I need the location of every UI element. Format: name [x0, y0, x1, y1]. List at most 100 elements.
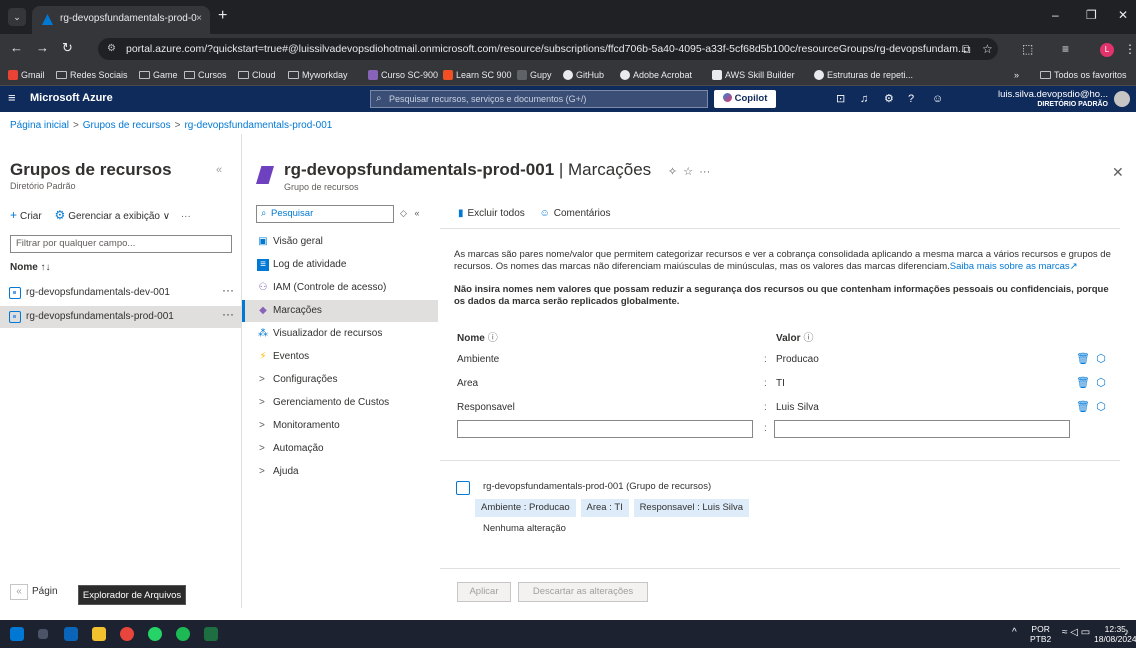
copilot-button[interactable]: Copilot: [714, 90, 776, 108]
menu-item-monitoring[interactable]: > Monitoramento: [242, 415, 438, 437]
row-more-icon[interactable]: ···: [222, 279, 234, 301]
bookmark-gupy[interactable]: Gupy: [517, 64, 552, 85]
cloud-shell-icon[interactable]: ⊡: [836, 92, 845, 106]
url-field[interactable]: ⚙ portal.azure.com/?quickstart=true#@lui…: [98, 38, 998, 60]
restore-icon[interactable]: ❐: [1086, 8, 1097, 22]
menu-item-overview[interactable]: ▣ Visão geral: [242, 231, 438, 253]
bookmark-myworkday[interactable]: Myworkday: [288, 64, 348, 85]
bookmark-adobe[interactable]: Adobe Acrobat: [620, 64, 692, 85]
menu-item-iam[interactable]: ⚇ IAM (Controle de acesso): [242, 277, 438, 299]
discard-changes-button[interactable]: Descartar as alterações: [518, 582, 648, 602]
close-icon[interactable]: ✕: [1112, 164, 1124, 181]
forward-icon[interactable]: →: [36, 41, 49, 55]
bookmark-gmail[interactable]: Gmail: [8, 64, 45, 85]
expand-icon[interactable]: ◇: [400, 208, 407, 218]
new-tag-value-input[interactable]: [774, 420, 1070, 438]
breadcrumb-home[interactable]: Página inicial: [10, 120, 69, 131]
tag-value[interactable]: TI: [776, 378, 785, 389]
file-explorer-icon[interactable]: [92, 627, 106, 641]
favorite-star-icon[interactable]: ☆: [683, 166, 693, 178]
delete-all-button[interactable]: ▮ Excluir todos: [458, 208, 525, 219]
pin-icon[interactable]: ✧: [668, 166, 677, 178]
list-item[interactable]: rg-devopsfundamentals-prod-001 ···: [0, 306, 242, 328]
show-hidden-icons[interactable]: ^: [1012, 628, 1017, 638]
tag-value[interactable]: Producao: [776, 354, 819, 365]
clock[interactable]: 12:35 18/08/2024: [1094, 624, 1136, 644]
edit-tag-icon[interactable]: ⬡: [1096, 401, 1106, 413]
browser-menu-icon[interactable]: ⋮: [1124, 42, 1136, 56]
manage-view-button[interactable]: ⚙ Gerenciar a exibição ∨: [54, 208, 170, 222]
site-info-icon[interactable]: ⚙: [107, 38, 116, 60]
list-item[interactable]: rg-devopsfundamentals-dev-001 ···: [0, 282, 242, 304]
tab-search-icon[interactable]: ⌄: [8, 8, 26, 26]
edit-tag-icon[interactable]: ⬡: [1096, 353, 1106, 365]
notification-bell-icon[interactable]: ♪: [1124, 628, 1129, 638]
whatsapp-icon[interactable]: [148, 627, 162, 641]
bookmark-redes-sociais[interactable]: Redes Sociais: [56, 64, 128, 85]
menu-item-automation[interactable]: > Automação: [242, 438, 438, 460]
back-icon[interactable]: ←: [10, 41, 23, 55]
more-options-icon[interactable]: ···: [181, 211, 191, 222]
all-bookmarks[interactable]: Todos os favoritos: [1040, 64, 1127, 85]
new-tag-name-input[interactable]: [457, 420, 753, 438]
feedback-button[interactable]: ☺ Comentários: [540, 208, 611, 219]
notifications-icon[interactable]: ♫: [860, 92, 868, 106]
close-window-icon[interactable]: ✕: [1118, 8, 1128, 22]
tag-name[interactable]: Responsavel: [457, 402, 515, 413]
reload-icon[interactable]: ↻: [62, 41, 73, 55]
menu-item-help[interactable]: > Ajuda: [242, 461, 438, 483]
bookmark-cursos[interactable]: Cursos: [184, 64, 227, 85]
edit-tag-icon[interactable]: ⬡: [1096, 377, 1106, 389]
bookmark-estruturas[interactable]: Estruturas de repeti...: [814, 64, 913, 85]
collapse-menu-icon[interactable]: «: [414, 208, 419, 218]
tag-name[interactable]: Ambiente: [457, 354, 499, 365]
learn-more-link[interactable]: Saiba mais sobre as marcas: [950, 261, 1070, 272]
menu-item-resource-visualizer[interactable]: ⁂ Visualizador de recursos: [242, 323, 438, 345]
breadcrumb-resource-groups[interactable]: Grupos de recursos: [83, 120, 171, 131]
global-search-input[interactable]: ⌕ Pesquisar recursos, serviços e documen…: [370, 90, 708, 108]
more-options-icon[interactable]: ···: [699, 166, 710, 178]
apply-button[interactable]: Aplicar: [457, 582, 511, 602]
bookmark-curso-sc900[interactable]: Curso SC-900: [368, 64, 438, 85]
delete-tag-icon[interactable]: 🗑: [1076, 353, 1090, 365]
delete-tag-icon[interactable]: 🗑: [1076, 377, 1090, 389]
bookmark-github[interactable]: GitHub: [563, 64, 604, 85]
start-icon[interactable]: [10, 627, 24, 641]
language-indicator[interactable]: POR PTB2: [1030, 624, 1051, 644]
delete-tag-icon[interactable]: 🗑: [1076, 401, 1090, 413]
account-menu[interactable]: luis.silva.devopsdio@ho... DIRETÓRIO PAD…: [988, 89, 1108, 110]
column-header-name[interactable]: Nome ↑↓: [10, 262, 51, 273]
breadcrumb-current[interactable]: rg-devopsfundamentals-prod-001: [184, 120, 332, 131]
filter-input[interactable]: Filtrar por qualquer campo...: [10, 235, 232, 253]
portal-menu-icon[interactable]: ≡: [8, 91, 16, 105]
info-icon[interactable]: ⓘ: [803, 333, 813, 344]
network-volume-battery-icons[interactable]: ≈ ◁ ▭: [1062, 628, 1090, 638]
new-tab-button[interactable]: +: [218, 8, 227, 24]
spotify-icon[interactable]: [176, 627, 190, 641]
settings-icon[interactable]: ⚙: [884, 92, 894, 106]
excel-icon[interactable]: [204, 627, 218, 641]
bookmark-cloud[interactable]: Cloud: [238, 64, 276, 85]
menu-item-events[interactable]: ⚡ Eventos: [242, 346, 438, 368]
profile-avatar[interactable]: L: [1100, 43, 1114, 57]
menu-item-cost-management[interactable]: > Gerenciamento de Custos: [242, 392, 438, 414]
help-icon[interactable]: ?: [908, 92, 914, 106]
bookmarks-more-button[interactable]: »: [1014, 64, 1019, 85]
tag-name[interactable]: Area: [457, 378, 478, 389]
previous-page-button[interactable]: «: [10, 584, 28, 600]
avatar[interactable]: [1114, 91, 1130, 107]
info-icon[interactable]: ⓘ: [488, 333, 498, 344]
row-more-icon[interactable]: ···: [222, 303, 234, 325]
minimize-icon[interactable]: –: [1052, 8, 1059, 22]
bookmark-learn-sc900[interactable]: Learn SC 900: [443, 64, 512, 85]
collapse-pane-icon[interactable]: «: [216, 164, 222, 176]
feedback-icon[interactable]: ☺: [932, 92, 943, 106]
bookmark-aws[interactable]: AWS Skill Builder: [712, 64, 795, 85]
bookmark-game[interactable]: Game: [139, 64, 178, 85]
azure-brand[interactable]: Microsoft Azure: [30, 92, 113, 104]
install-app-icon[interactable]: ⧉: [962, 42, 971, 57]
tab-close-icon[interactable]: ×: [196, 6, 202, 32]
browser-tab[interactable]: rg-devopsfundamentals-prod-0 ×: [32, 6, 210, 34]
menu-item-settings[interactable]: > Configurações: [242, 369, 438, 391]
menu-item-tags[interactable]: ◆ Marcações: [242, 300, 438, 322]
